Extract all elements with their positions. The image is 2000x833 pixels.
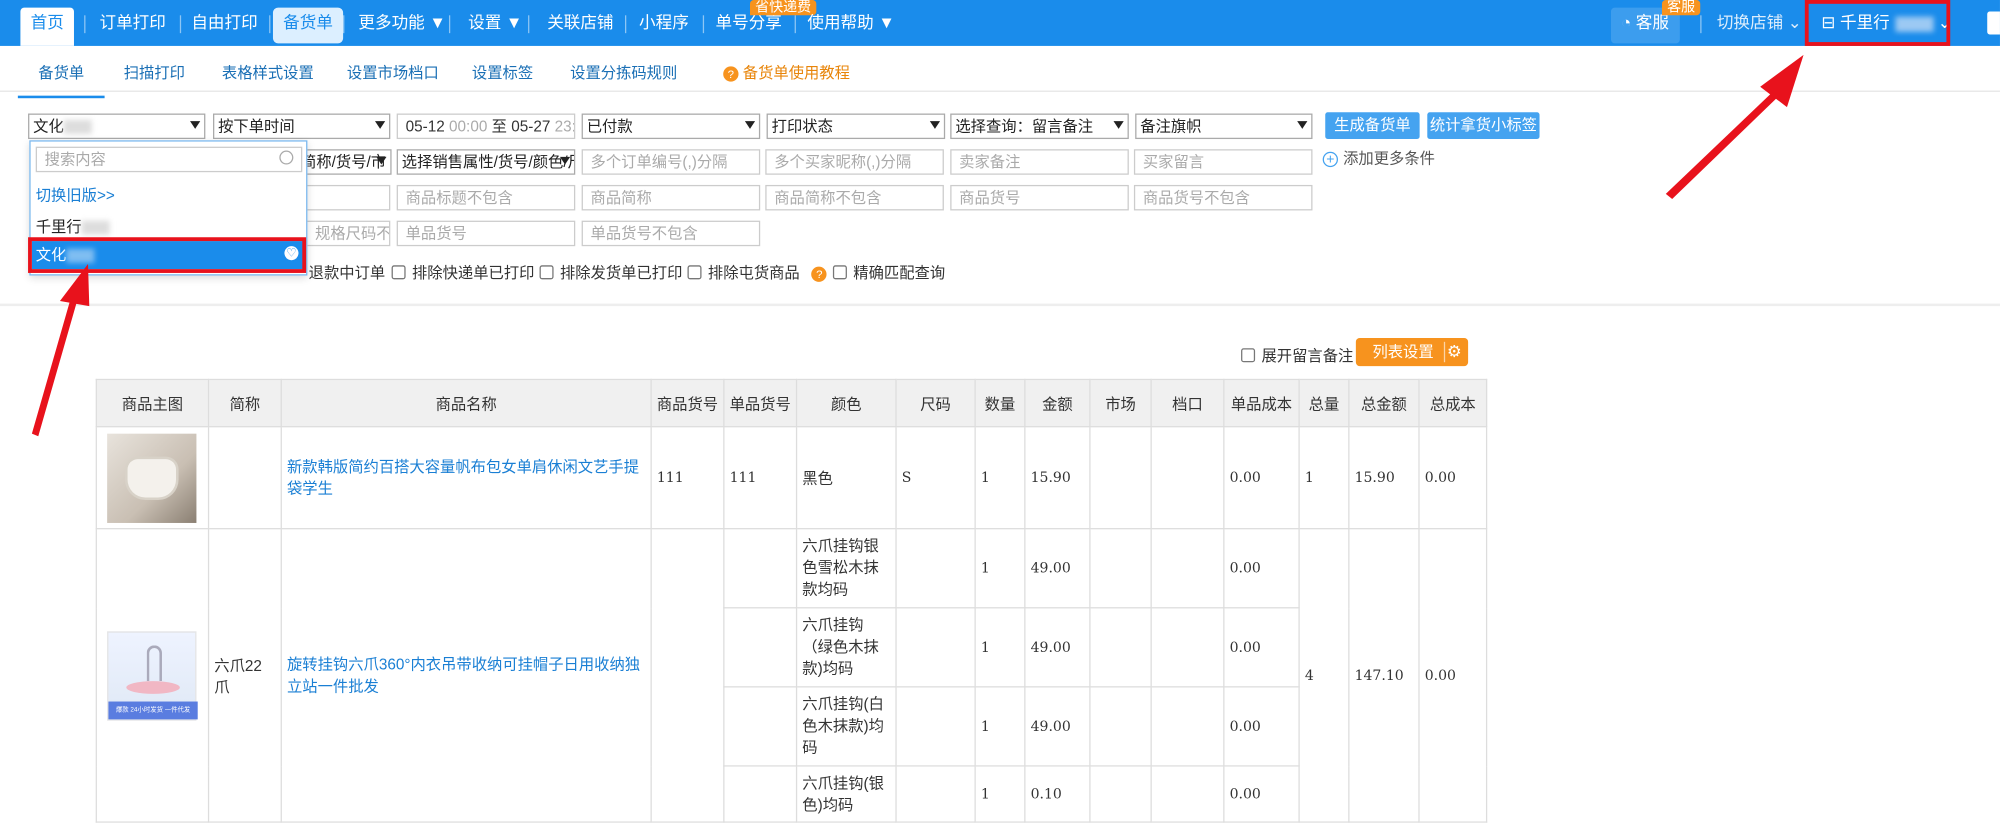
arrow-to-store-menu [1665,54,1804,199]
arrow-shaft [1665,89,1781,199]
arrow-head [59,264,90,307]
arrow-to-dropdown-option [31,264,90,437]
annotation-arrows [31,54,1804,437]
arrow-shaft [31,295,78,437]
